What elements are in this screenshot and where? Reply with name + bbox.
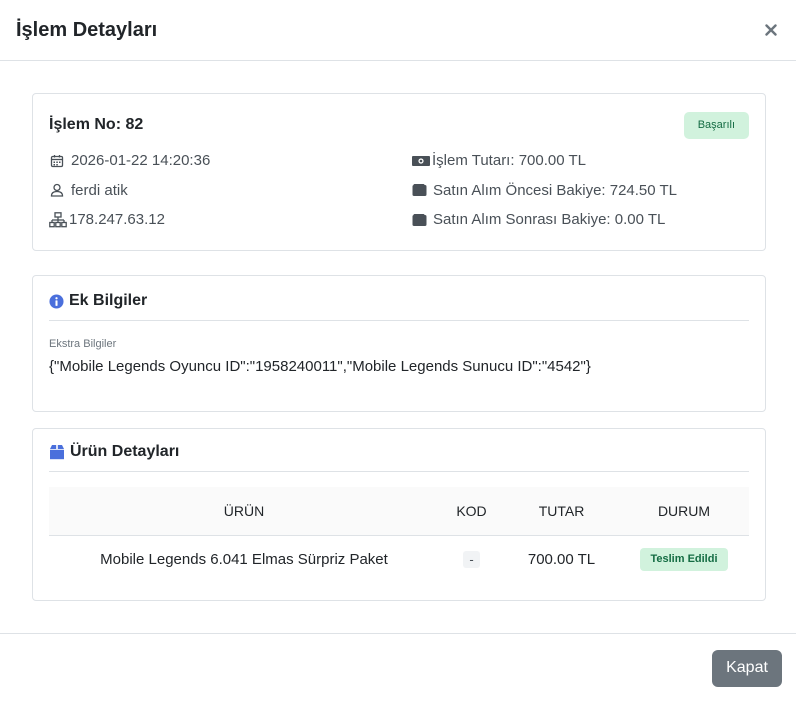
balance-before-text: Satın Alım Öncesi Bakiye: 724.50 TL — [433, 181, 678, 199]
balance-before: Satın Alım Öncesi Bakiye: 724.50 TL — [411, 182, 749, 200]
network-icon — [49, 212, 67, 228]
transaction-amount: İşlem Tutarı: 700.00 TL — [411, 152, 749, 170]
table-header-row: ÜRÜN KOD TUTAR DURUM — [49, 487, 749, 536]
product-status-cell: Teslim Edildi — [619, 535, 749, 583]
product-name-cell: Mobile Legends 6.041 Elmas Sürpriz Paket — [100, 550, 388, 568]
extra-info-card: Ek Bilgiler Ekstra Bilgiler {"Mobile Leg… — [32, 275, 766, 412]
column-header-status: DURUM — [619, 487, 749, 536]
balance-after-text: Satın Alım Sonrası Bakiye: 0.00 TL — [433, 211, 666, 229]
code-chip: - — [463, 550, 480, 568]
modal-title: İşlem Detayları — [16, 18, 158, 41]
close-modal-button[interactable]: Kapat — [712, 649, 782, 687]
extra-info-title: Ek Bilgiler — [69, 292, 148, 309]
product-details-header: Ürün Detayları — [49, 443, 749, 472]
extra-info-header: Ek Bilgiler — [49, 292, 749, 321]
product-code-cell: - — [439, 535, 504, 583]
close-icon — [765, 24, 777, 36]
column-header-product: ÜRÜN — [49, 487, 439, 536]
transaction-user: ferdi atik — [49, 182, 411, 200]
modal-footer: Kapat — [0, 633, 796, 702]
product-details-card: Ürün Detayları ÜRÜN KOD TUTAR DURUM Mobi… — [32, 428, 766, 601]
extra-info-label: Ekstra Bilgiler — [49, 338, 117, 350]
info-icon — [49, 293, 64, 309]
user-icon — [49, 182, 65, 198]
table-row: Mobile Legends 6.041 Elmas Sürpriz Paket… — [49, 535, 749, 583]
extra-info-value: {"Mobile Legends Oyuncu ID":"1958240011"… — [49, 358, 591, 375]
wallet-icon — [411, 212, 427, 228]
transaction-details-modal: İşlem Detayları İşlem No: 82 Başarılı 20… — [0, 0, 796, 702]
ip-text: 178.247.63.12 — [69, 211, 165, 229]
modal-body: İşlem No: 82 Başarılı 2026-01-22 14:20:3… — [0, 61, 796, 601]
wallet-icon — [411, 182, 427, 198]
column-header-amount: TUTAR — [504, 487, 619, 536]
transaction-date: 2026-01-22 14:20:36 — [49, 152, 411, 170]
calendar-icon — [49, 153, 65, 169]
column-header-code: KOD — [439, 487, 504, 536]
transaction-summary-card: İşlem No: 82 Başarılı 2026-01-22 14:20:3… — [32, 93, 766, 251]
status-badge: Başarılı — [683, 111, 749, 139]
close-button[interactable] — [762, 21, 780, 39]
amount-text: İşlem Tutarı: 700.00 TL — [432, 152, 586, 170]
money-icon — [411, 153, 431, 169]
modal-header: İşlem Detayları — [0, 0, 796, 61]
transaction-ip: 178.247.63.12 — [49, 211, 411, 229]
date-text: 2026-01-22 14:20:36 — [71, 152, 211, 170]
user-text: ferdi atik — [71, 181, 128, 199]
delivered-badge: Teslim Edildi — [640, 547, 728, 571]
box-icon — [49, 444, 65, 460]
balance-after: Satın Alım Sonrası Bakiye: 0.00 TL — [411, 211, 749, 229]
product-details-title: Ürün Detayları — [70, 443, 180, 460]
transaction-number: İşlem No: 82 — [49, 116, 144, 133]
product-amount-cell: 700.00 TL — [527, 550, 596, 568]
products-table: ÜRÜN KOD TUTAR DURUM Mobile Legends 6.04… — [49, 487, 749, 583]
